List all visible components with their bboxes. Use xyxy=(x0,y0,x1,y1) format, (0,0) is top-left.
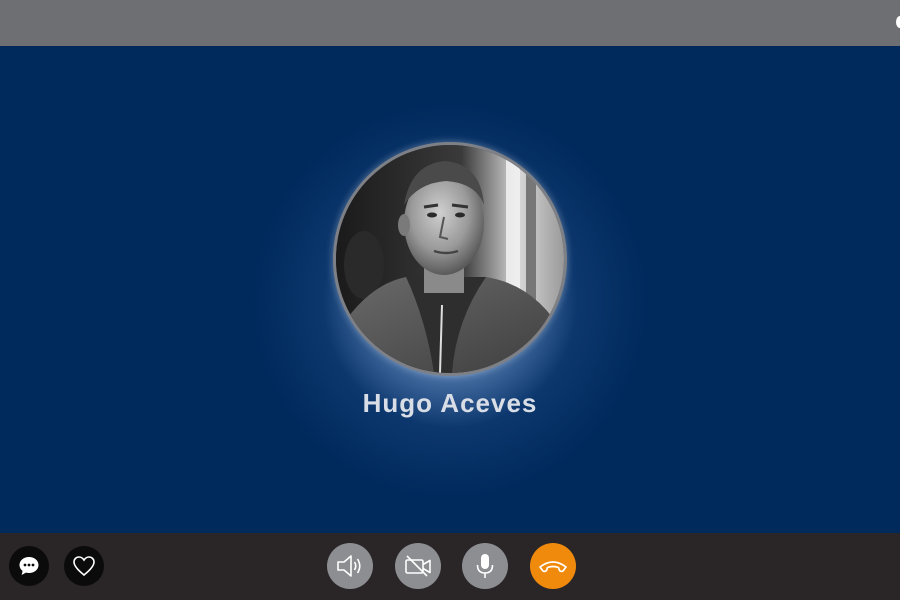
call-stage: Hugo Aceves xyxy=(0,46,900,533)
video-off-icon xyxy=(403,554,433,578)
call-toolbar xyxy=(0,533,900,600)
caller-photo xyxy=(336,145,564,373)
top-bar xyxy=(0,0,900,46)
end-call-button[interactable] xyxy=(530,543,576,589)
window-control-dot[interactable] xyxy=(896,16,900,28)
microphone-icon xyxy=(474,552,496,580)
video-toggle-button[interactable] xyxy=(395,543,441,589)
phone-hangup-icon xyxy=(537,557,569,575)
chat-button[interactable] xyxy=(9,546,49,586)
microphone-button[interactable] xyxy=(462,543,508,589)
caller-avatar xyxy=(336,145,564,373)
speaker-icon xyxy=(335,554,365,578)
caller-name: Hugo Aceves xyxy=(362,388,538,418)
speaker-button[interactable] xyxy=(327,543,373,589)
favorite-button[interactable] xyxy=(64,546,104,586)
caller-avatar-frame xyxy=(333,142,567,376)
chat-bubble-icon xyxy=(18,555,40,577)
heart-icon xyxy=(72,555,96,577)
